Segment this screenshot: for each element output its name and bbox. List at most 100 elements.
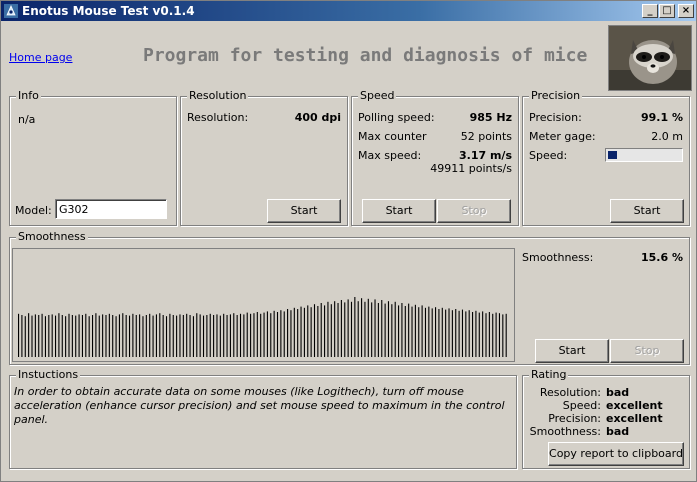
smoothness-bar: [236, 315, 238, 357]
info-group-title: Info: [16, 89, 41, 102]
smoothness-bar: [455, 309, 457, 357]
smoothness-bar: [165, 316, 168, 357]
resolution-label: Resolution:: [187, 111, 249, 124]
model-label: Model:: [15, 204, 52, 217]
smoothness-bar: [391, 304, 393, 357]
smoothness-bar: [54, 315, 57, 357]
smoothness-start-button[interactable]: Start: [535, 339, 609, 363]
smoothness-value: 15.6 %: [641, 251, 683, 264]
smoothness-bar: [468, 310, 470, 357]
smoothness-bar: [438, 309, 440, 357]
smoothness-bar: [142, 316, 144, 357]
smoothness-bar: [387, 301, 390, 357]
precision-group-title: Precision: [529, 89, 583, 102]
smoothness-bar: [428, 306, 430, 357]
resolution-value: 400 dpi: [294, 111, 341, 124]
smoothness-bar: [91, 315, 94, 357]
smoothness-bar: [313, 304, 316, 357]
smoothness-stop-button[interactable]: Stop: [610, 339, 684, 363]
smoothness-bar: [374, 299, 376, 357]
smoothness-bar: [246, 312, 248, 357]
home-page-link[interactable]: Home page: [9, 51, 72, 64]
smoothness-bar: [357, 301, 359, 357]
minimize-button[interactable]: _: [642, 4, 658, 18]
smoothness-bar: [202, 315, 205, 357]
smoothness-bar: [273, 310, 275, 357]
app-mouse-icon: [4, 4, 18, 18]
smoothness-bar: [34, 314, 36, 357]
precision-start-button[interactable]: Start: [610, 199, 684, 223]
precision-speed-meter-fill: [608, 151, 617, 159]
smoothness-bar: [229, 314, 231, 357]
smoothness-bar: [239, 313, 242, 357]
smoothness-bar: [169, 313, 171, 357]
smoothness-bar: [122, 313, 124, 357]
smoothness-bar: [256, 312, 258, 357]
info-group: Info n/a Model:: [9, 89, 177, 226]
smoothness-bar: [216, 314, 218, 357]
smoothness-bar: [21, 315, 23, 357]
smoothness-bar: [176, 315, 178, 357]
smoothness-bar: [337, 303, 339, 357]
smoothness-bar: [44, 316, 46, 357]
smoothness-bar: [502, 314, 504, 357]
smoothness-bar: [266, 311, 268, 357]
smoothness-bar: [155, 314, 157, 357]
resolution-start-button[interactable]: Start: [267, 199, 341, 223]
smoothness-bar: [108, 313, 110, 357]
smoothness-bar: [48, 315, 50, 357]
smoothness-bar: [186, 313, 188, 357]
smoothness-bar: [219, 315, 221, 357]
smoothness-bar: [361, 298, 363, 357]
rating-group-title: Rating: [529, 368, 569, 381]
smoothness-bar: [51, 314, 53, 357]
smoothness-bar: [317, 306, 319, 357]
speed-group: Speed Polling speed: 985 Hz Max counter …: [351, 89, 519, 226]
smoothness-bar: [441, 307, 443, 357]
smoothness-bar: [475, 310, 477, 357]
smoothness-bar: [408, 303, 410, 357]
smoothness-bar: [243, 314, 245, 357]
smoothness-bar: [182, 315, 184, 357]
max-speed-points: 49911 points/s: [430, 162, 512, 175]
speed-stop-button[interactable]: Stop: [437, 199, 511, 223]
smoothness-bar: [431, 308, 433, 357]
maximize-button[interactable]: □: [659, 4, 675, 18]
smoothness-bar: [61, 315, 63, 357]
rating-smoothness-label: Smoothness:: [529, 425, 601, 438]
program-banner: Program for testing and diagnosis of mic…: [143, 45, 588, 66]
speed-start-button[interactable]: Start: [362, 199, 436, 223]
polling-speed-label: Polling speed:: [358, 111, 435, 124]
smoothness-bar: [85, 313, 87, 357]
smoothness-bar: [18, 313, 20, 357]
max-speed-label: Max speed:: [358, 149, 422, 162]
max-counter-label: Max counter: [358, 130, 427, 143]
smoothness-bar: [145, 315, 147, 357]
smoothness-bar: [192, 316, 194, 357]
smoothness-bar: [354, 297, 356, 357]
resolution-group: Resolution Resolution: 400 dpi Start: [180, 89, 348, 226]
smoothness-bar: [118, 314, 120, 357]
polling-speed-value: 985 Hz: [469, 111, 512, 124]
close-button[interactable]: ×: [678, 4, 694, 18]
smoothness-bar: [132, 313, 134, 357]
smoothness-bar: [350, 301, 353, 357]
smoothness-bar: [344, 302, 346, 357]
window-title: Enotus Mouse Test v0.1.4: [22, 4, 195, 18]
model-field[interactable]: [55, 199, 167, 219]
smoothness-bar: [206, 315, 208, 357]
copy-report-button[interactable]: Copy report to clipboard: [548, 442, 684, 466]
smoothness-bar: [226, 315, 228, 357]
rating-precision-value: excellent: [606, 412, 663, 425]
smoothness-bar: [381, 300, 383, 357]
smoothness-bar: [223, 313, 225, 357]
smoothness-bar: [162, 315, 164, 357]
smoothness-bar: [199, 314, 201, 357]
smoothness-bar: [125, 315, 127, 357]
precision-speed-label: Speed:: [529, 149, 568, 162]
instructions-group: Instuctions In order to obtain accurate …: [9, 368, 517, 469]
smoothness-plot: [12, 248, 515, 362]
title-bar[interactable]: Enotus Mouse Test v0.1.4 _ □ ×: [1, 1, 696, 21]
smoothness-bar: [213, 315, 215, 357]
smoothness-bar: [320, 303, 322, 357]
